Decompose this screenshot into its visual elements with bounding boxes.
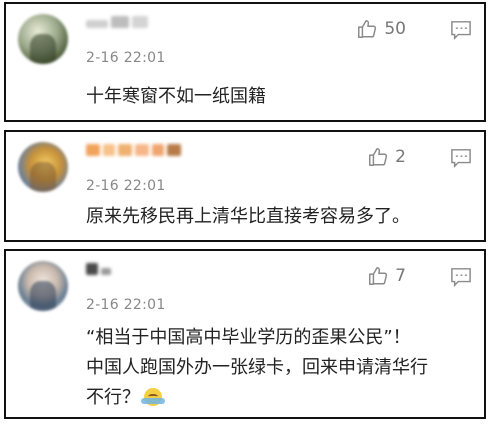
like-count: 2 xyxy=(395,147,406,167)
username-blurred[interactable] xyxy=(86,144,181,158)
comment-text-line: 中国人跑国外办一张绿卡，回来申请清华行 xyxy=(86,357,428,378)
comment-icon xyxy=(451,149,471,168)
comment-text: 十年寒窗不如一纸国籍 xyxy=(86,86,266,107)
comment-card: 2-16 22:01 2 原来先移民再上清华比直接考容易多了。 xyxy=(4,130,486,242)
comment-icon xyxy=(451,268,471,287)
avatar[interactable] xyxy=(18,261,68,311)
reply-button[interactable] xyxy=(450,267,472,287)
like-button[interactable]: 2 xyxy=(367,146,406,168)
like-count: 50 xyxy=(384,19,406,39)
reply-button[interactable] xyxy=(450,148,472,168)
comment-card: 2-16 22:01 7 “相当于中国高中毕业学历的歪果公民”！ 中国人跑国外办… xyxy=(4,249,486,419)
avatar[interactable] xyxy=(18,14,68,64)
like-button[interactable]: 7 xyxy=(367,265,406,287)
avatar[interactable] xyxy=(18,142,68,192)
thumbs-up-icon xyxy=(369,148,388,166)
comment-text-line: “相当于中国高中毕业学历的歪果公民”！ xyxy=(86,327,411,348)
comment-timestamp: 2-16 22:01 xyxy=(86,178,166,194)
thumbs-up-icon xyxy=(369,267,388,285)
comment-timestamp: 2-16 22:01 xyxy=(86,297,166,313)
like-button[interactable]: 50 xyxy=(356,18,406,40)
comment-text-line-last: 不行？ xyxy=(86,383,470,413)
comment-icon xyxy=(451,21,471,40)
comment-timestamp: 2-16 22:01 xyxy=(86,50,166,66)
thumbs-up-icon xyxy=(358,20,377,38)
comment-text-line: 不行？ xyxy=(86,387,140,408)
comment-text: “相当于中国高中毕业学历的歪果公民”！ 中国人跑国外办一张绿卡，回来申请清华行 … xyxy=(86,323,470,413)
username-blurred[interactable] xyxy=(86,16,148,30)
like-count: 7 xyxy=(395,266,406,286)
username-blurred[interactable] xyxy=(86,263,111,277)
comment-card: 2-16 22:01 50 十年寒窗不如一纸国籍 xyxy=(4,2,486,122)
reply-button[interactable] xyxy=(450,20,472,40)
comment-text: 原来先移民再上清华比直接考容易多了。 xyxy=(86,206,410,227)
emoji-covering-face-icon xyxy=(141,388,165,406)
